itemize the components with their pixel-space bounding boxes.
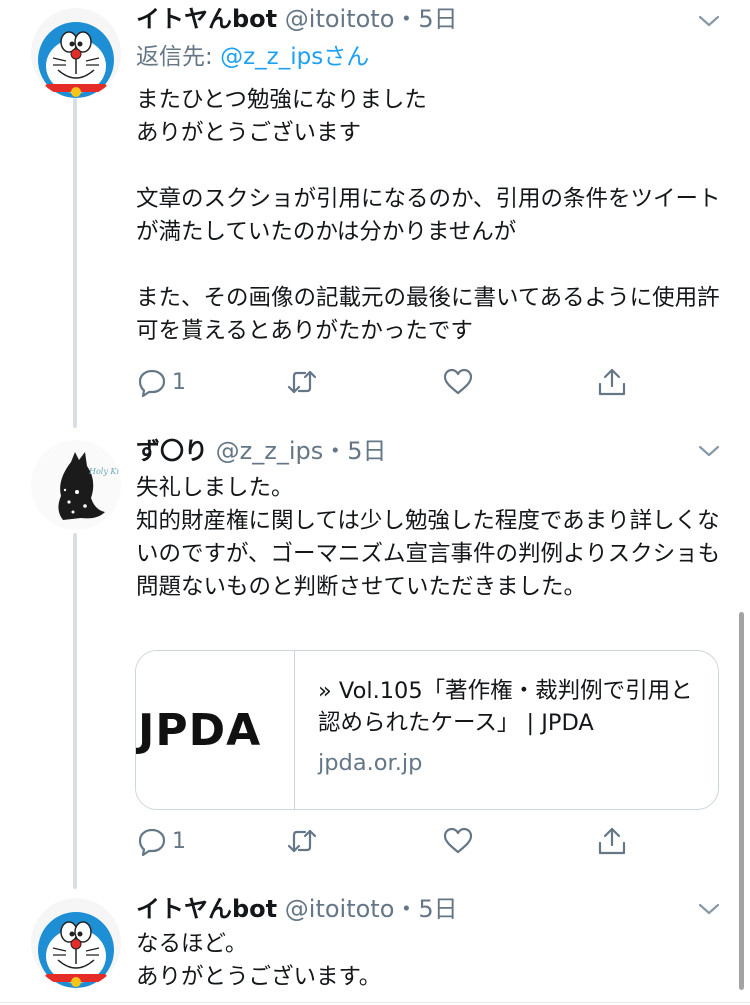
avatar[interactable]	[31, 8, 121, 98]
display-name[interactable]: ず〇り	[136, 437, 208, 465]
reply-to-prefix: 返信先:	[136, 44, 221, 70]
tweet-text: 失礼しました。 知的財産権に関しては少し勉強した程度であまり詳しくないのですが、…	[136, 475, 721, 600]
tweet-header: イトヤんbot @itoitoto・5日	[136, 4, 458, 34]
tweet-actions: 1	[136, 362, 656, 402]
tweet-actions: 1	[136, 821, 656, 861]
reply-to-handle[interactable]: @z_z_ips	[220, 44, 323, 70]
chevron-down-icon[interactable]	[694, 894, 724, 924]
avatar[interactable]: Holy Knight	[31, 440, 121, 530]
user-handle[interactable]: @z_z_ips	[216, 437, 324, 465]
thread-line	[73, 533, 77, 889]
doraemon-avatar-icon	[31, 8, 121, 98]
user-handle[interactable]: @itoitoto	[285, 895, 395, 923]
link-card-image: JPDA	[136, 651, 295, 809]
like-button[interactable]	[442, 362, 474, 402]
share-icon	[598, 368, 626, 396]
chevron-down-icon[interactable]	[694, 6, 724, 36]
link-card-title: » Vol.105「著作権・裁判例で引用と認められたケース」 | JPDA	[318, 678, 693, 736]
display-name[interactable]: イトヤんbot	[136, 895, 277, 923]
timestamp[interactable]: ・5日	[323, 437, 386, 465]
link-card-domain: jpda.or.jp	[318, 750, 423, 776]
tweet-text: なるほど。 ありがとうございます。	[136, 931, 382, 990]
timestamp[interactable]: ・5日	[394, 895, 457, 923]
jpda-logo: JPDA	[138, 705, 262, 756]
share-button[interactable]	[596, 362, 628, 402]
tweet-header: イトヤんbot @itoitoto・5日	[136, 894, 458, 924]
divider	[0, 1002, 750, 1003]
reply-count: 1	[172, 369, 186, 395]
reply-button[interactable]: 1	[136, 362, 186, 402]
reply-icon	[138, 369, 166, 398]
retweet-icon	[287, 370, 317, 394]
thread-line	[73, 98, 77, 428]
tweet-header: ず〇り @z_z_ips・5日	[136, 436, 387, 466]
retweet-button[interactable]	[286, 821, 318, 861]
heart-icon	[443, 368, 473, 395]
reply-count: 1	[172, 828, 186, 854]
retweet-button[interactable]	[286, 362, 318, 402]
reply-button[interactable]: 1	[136, 821, 186, 861]
retweet-icon	[287, 829, 317, 853]
heart-icon	[443, 827, 473, 854]
doraemon-avatar-icon	[31, 898, 121, 988]
reply-to-line: 返信先: @z_z_ipsさん	[136, 42, 369, 72]
timestamp[interactable]: ・5日	[394, 5, 457, 33]
holy-knight-cat-avatar-icon: Holy Knight	[31, 440, 121, 530]
like-button[interactable]	[442, 821, 474, 861]
tweet-text: またひとつ勉強になりました ありがとうございます 文章のスクショが引用になるのか…	[136, 87, 721, 344]
share-icon	[598, 827, 626, 855]
reply-icon	[138, 828, 166, 857]
link-card[interactable]: JPDA » Vol.105「著作権・裁判例で引用と認められたケース」 | JP…	[135, 650, 719, 810]
reply-to-suffix[interactable]: さん	[323, 44, 369, 70]
user-handle[interactable]: @itoitoto	[285, 5, 395, 33]
avatar[interactable]	[31, 898, 121, 988]
chevron-down-icon[interactable]	[694, 436, 724, 466]
avatar-text: Holy Knight	[88, 467, 121, 476]
share-button[interactable]	[596, 821, 628, 861]
display-name[interactable]: イトヤんbot	[136, 5, 277, 33]
scrollbar[interactable]	[739, 612, 744, 990]
